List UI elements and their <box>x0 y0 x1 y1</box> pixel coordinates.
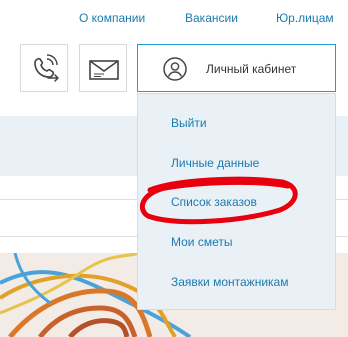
account-button[interactable]: Личный кабинет <box>137 44 336 92</box>
mail-button[interactable] <box>79 44 127 92</box>
menu-item-orders[interactable]: Список заказов <box>171 195 257 209</box>
menu-item-installer-requests[interactable]: Заявки монтажникам <box>171 275 288 289</box>
envelope-icon <box>89 60 119 80</box>
user-avatar-icon <box>163 57 187 81</box>
menu-item-estimates[interactable]: Мои сметы <box>171 235 233 249</box>
account-label: Личный кабинет <box>206 62 297 76</box>
nav-link-vacancies[interactable]: Вакансии <box>185 11 238 25</box>
callback-button[interactable] <box>20 44 68 92</box>
phone-callback-icon <box>34 54 59 82</box>
top-nav: О компании Вакансии Юр.лицам <box>0 0 348 36</box>
nav-link-legal[interactable]: Юр.лицам <box>276 11 334 25</box>
menu-item-logout[interactable]: Выйти <box>171 116 207 130</box>
menu-item-personal-data[interactable]: Личные данные <box>171 156 259 170</box>
account-dropdown-menu: Выйти Личные данные Список заказов Мои с… <box>137 93 336 310</box>
nav-link-about[interactable]: О компании <box>79 11 145 25</box>
